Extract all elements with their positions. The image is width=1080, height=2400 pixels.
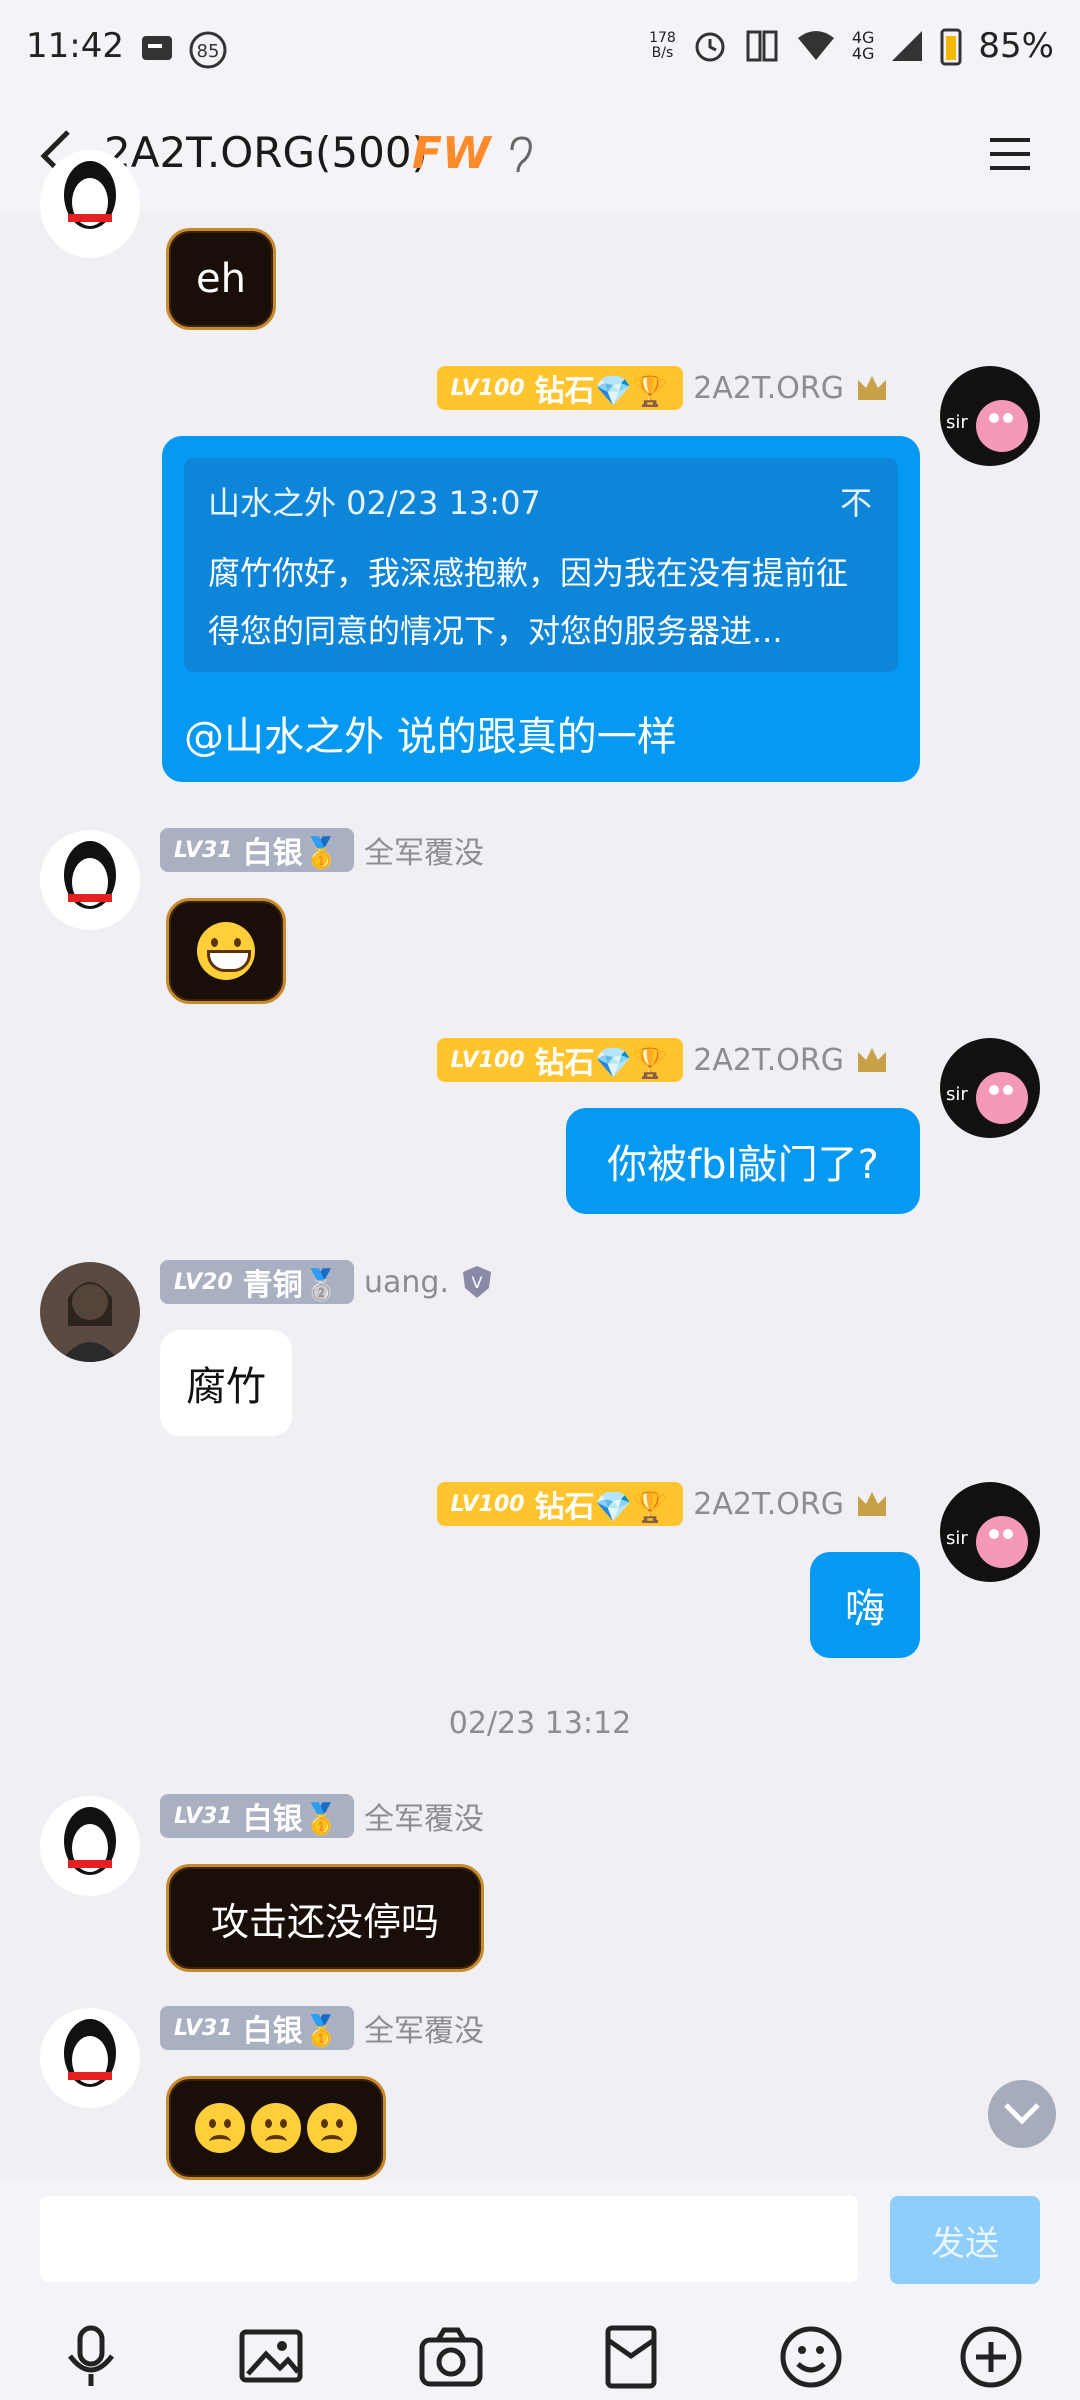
sender-nick: 2A2T.ORG <box>693 370 844 406</box>
svg-text:sir: sir <box>946 412 968 433</box>
verified-icon: V <box>463 1266 491 1298</box>
time-divider: 02/23 13:12 <box>448 1706 632 1741</box>
send-button[interactable]: 发送 <box>890 2196 1040 2284</box>
message-bubble[interactable]: 攻击还没停吗 <box>166 1864 484 1972</box>
message-text: eh <box>196 256 246 302</box>
avatar[interactable] <box>40 830 140 930</box>
emoji-icon[interactable] <box>776 2322 846 2392</box>
camera-icon[interactable] <box>416 2322 486 2392</box>
svg-text:V: V <box>472 1273 483 1292</box>
quote-collapse[interactable]: 不 <box>840 478 872 524</box>
microphone-icon[interactable] <box>56 2322 126 2392</box>
menu-icon[interactable] <box>986 130 1034 178</box>
qq-penguin-icon <box>64 841 116 909</box>
net-speed: 178 B/s <box>649 30 676 61</box>
message-bubble[interactable]: 腐竹 <box>160 1330 292 1436</box>
svg-text:85: 85 <box>197 41 220 62</box>
input-bar: 发送 <box>0 2180 1080 2300</box>
level-badge: LV31 白银🥇 <box>160 1794 354 1838</box>
message-bubble[interactable]: eh <box>166 228 276 330</box>
network-type: 4G 4G <box>851 28 875 63</box>
patrick-avatar-icon: sir <box>946 1516 1028 1568</box>
quote-author-time: 山水之外 02/23 13:07 <box>208 484 541 522</box>
sender-line: LV20 青铜🥈 uang. V <box>160 1260 495 1304</box>
avatar[interactable]: sir <box>940 1038 1040 1138</box>
sad-emoji-icon <box>251 2103 301 2153</box>
sender-nick: 全军覆没 <box>364 2014 484 2049</box>
crown-icon <box>858 1492 886 1516</box>
sender-nick: 全军覆没 <box>364 1802 484 1837</box>
crown-icon <box>858 1048 886 1072</box>
chat-header: 2A2T.ORG(500) FW <box>0 100 1080 212</box>
scroll-to-bottom-button[interactable] <box>988 2080 1056 2148</box>
qq-penguin-icon <box>64 2019 116 2087</box>
red-packet-icon[interactable] <box>596 2322 666 2392</box>
avatar[interactable] <box>40 1262 140 1362</box>
battery-percent: 85% <box>978 26 1054 66</box>
sender-line: LV100 钻石💎🏆 2A2T.ORG <box>436 366 890 410</box>
status-right: 178 B/s 4G 4G 85% <box>649 26 1054 66</box>
level-badge: LV31 白银🥇 <box>160 2006 354 2050</box>
sender-nick: 全军覆没 <box>364 836 484 871</box>
level-badge: LV100 钻石💎🏆 <box>436 1482 684 1526</box>
group-badge: FW <box>412 128 491 179</box>
alarm-icon <box>695 32 725 62</box>
qq-penguin-icon <box>64 1807 116 1875</box>
grin-emoji-icon <box>197 922 255 980</box>
avatar[interactable] <box>40 2008 140 2108</box>
message-text: 嗨 <box>845 1586 885 1632</box>
sender-line: LV31 白银🥇 全军覆没 <box>160 1794 484 1838</box>
quote-text: 腐竹你好，我深感抱歉，因为我在没有提前征得您的同意的情况下，对您的服务器进... <box>208 554 849 650</box>
count-badge-icon: 85 <box>189 31 227 69</box>
user-photo-icon <box>60 1282 120 1362</box>
image-icon[interactable] <box>236 2322 306 2392</box>
status-bar: 11:42 85 178 B/s 4G 4G 85% <box>0 0 1080 100</box>
sender-line: LV31 白银🥇 全军覆没 <box>160 2006 484 2050</box>
message-bubble[interactable] <box>166 898 286 1004</box>
toolbar <box>0 2300 1080 2400</box>
sad-emoji-icon <box>195 2103 245 2153</box>
level-badge: LV100 钻石💎🏆 <box>436 1038 684 1082</box>
signal-icon <box>892 31 923 61</box>
sender-nick: 2A2T.ORG <box>693 1486 844 1522</box>
avatar[interactable] <box>40 1796 140 1896</box>
svg-text:sir: sir <box>946 1084 968 1105</box>
level-badge: LV100 钻石💎🏆 <box>436 366 684 410</box>
level-badge: LV20 青铜🥈 <box>160 1260 354 1304</box>
sender-line: LV100 钻石💎🏆 2A2T.ORG <box>436 1038 890 1082</box>
sender-nick: 2A2T.ORG <box>693 1042 844 1078</box>
qq-penguin-icon <box>64 161 116 229</box>
avatar[interactable]: sir <box>940 1482 1040 1582</box>
message-bubble[interactable] <box>166 2076 386 2180</box>
patrick-avatar-icon: sir <box>946 1072 1028 1124</box>
sad-emoji-icon <box>307 2103 357 2153</box>
message-bubble[interactable]: 你被fbl敲门了? <box>566 1108 920 1214</box>
group-title: 2A2T.ORG(500) <box>104 128 428 177</box>
chevron-down-icon <box>1004 2103 1040 2125</box>
quoted-message[interactable]: 山水之外 02/23 13:07 不 腐竹你好，我深感抱歉，因为我在没有提前征得… <box>184 458 898 672</box>
message-text: @山水之外 说的跟真的一样 <box>184 714 677 760</box>
battery-icon <box>940 28 962 66</box>
wifi-icon <box>797 31 834 60</box>
message-text: 腐竹 <box>186 1364 266 1410</box>
svg-text:sir: sir <box>946 1528 968 1549</box>
notification-icon <box>142 36 172 60</box>
message-text: 你被fbl敲门了? <box>607 1142 879 1188</box>
level-badge: LV31 白银🥇 <box>160 828 354 872</box>
plus-icon[interactable] <box>956 2322 1026 2392</box>
message-bubble[interactable]: 嗨 <box>810 1552 920 1658</box>
message-text: 攻击还没停吗 <box>210 1899 439 1944</box>
patrick-avatar-icon: sir <box>946 400 1028 452</box>
avatar[interactable] <box>40 150 140 258</box>
avatar[interactable]: sir <box>940 366 1040 466</box>
message-input[interactable] <box>40 2196 858 2282</box>
status-time: 11:42 <box>26 26 124 66</box>
sender-line: LV100 钻石💎🏆 2A2T.ORG <box>436 1482 890 1526</box>
sender-nick: uang. <box>364 1264 449 1300</box>
ear-icon[interactable] <box>504 134 534 178</box>
vibrate-icon <box>746 30 778 62</box>
sender-line: LV31 白银🥇 全军覆没 <box>160 828 484 872</box>
message-bubble[interactable]: 山水之外 02/23 13:07 不 腐竹你好，我深感抱歉，因为我在没有提前征得… <box>162 436 920 782</box>
crown-icon <box>858 376 886 400</box>
